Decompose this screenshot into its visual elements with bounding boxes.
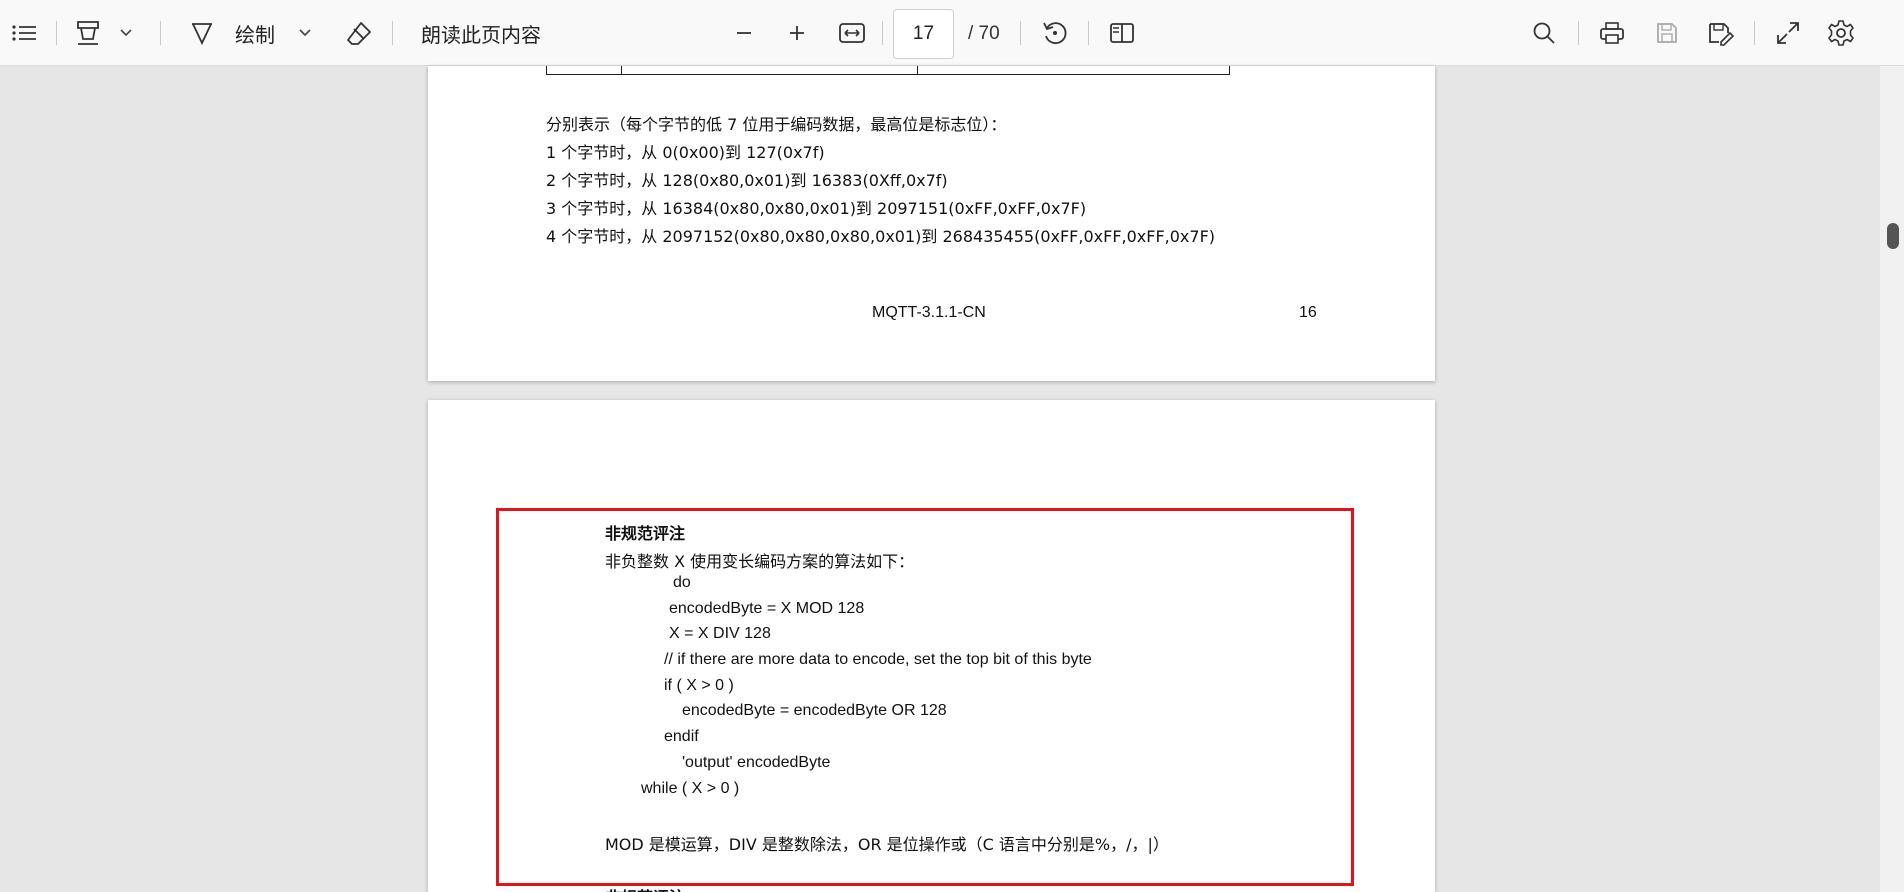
- rotate-icon[interactable]: [1037, 0, 1073, 66]
- toolbar-divider: [392, 21, 393, 45]
- pdf-page-16: 分别表示（每个字节的低 7 位用于编码数据，最高位是标志位）： 1 个字节时，从…: [428, 66, 1435, 381]
- scrollbar-thumb[interactable]: [1887, 223, 1899, 249]
- zoom-in-icon[interactable]: [783, 0, 811, 66]
- toolbar-divider: [1020, 21, 1021, 45]
- page-footer-title: MQTT-3.1.1-CN: [872, 304, 986, 321]
- list-item: 4 个字节时，从 2097152(0x80,0x80,0x80,0x01)到 2…: [546, 227, 1216, 246]
- toolbar-divider: [1088, 21, 1089, 45]
- toolbar-divider: [1578, 21, 1579, 45]
- zoom-out-icon[interactable]: [730, 0, 758, 66]
- paragraph-text: 分别表示（每个字节的低 7 位用于编码数据，最高位是标志位）：: [546, 115, 1007, 134]
- toolbar-divider: [1754, 21, 1755, 45]
- toolbar-divider: [160, 21, 161, 45]
- table-of-contents-icon[interactable]: [6, 0, 42, 66]
- page-footer-number: 16: [1299, 304, 1317, 321]
- draw-icon[interactable]: [185, 0, 219, 66]
- page-number-input[interactable]: 17: [893, 9, 954, 59]
- draw-label[interactable]: 绘制: [230, 0, 280, 66]
- save-as-icon[interactable]: [1703, 0, 1737, 66]
- table-cell-divider: [621, 66, 622, 75]
- settings-gear-icon[interactable]: [1824, 0, 1858, 66]
- list-item: 3 个字节时，从 16384(0x80,0x80,0x01)到 2097151(…: [546, 199, 1087, 218]
- toolbar-divider: [56, 21, 57, 45]
- red-highlight-box: [496, 508, 1354, 886]
- highlight-icon[interactable]: [72, 0, 104, 66]
- print-icon[interactable]: [1595, 0, 1629, 66]
- fullscreen-icon[interactable]: [1771, 0, 1805, 66]
- vertical-scrollbar[interactable]: [1880, 66, 1904, 892]
- search-icon[interactable]: [1527, 0, 1561, 66]
- chevron-down-icon[interactable]: [114, 0, 138, 66]
- page-view-icon[interactable]: [1104, 0, 1140, 66]
- fit-to-width-icon[interactable]: [835, 0, 869, 66]
- page-total: / 70: [968, 23, 1000, 44]
- list-item: 2 个字节时，从 128(0x80,0x01)到 16383(0Xff,0x7f…: [546, 171, 948, 190]
- pdf-toolbar: 绘制 朗读此页内容 17 / 70: [0, 0, 1904, 66]
- save-icon: [1650, 0, 1684, 66]
- table-bottom-edge: [546, 66, 1230, 75]
- eraser-icon[interactable]: [342, 0, 376, 66]
- table-cell-divider: [917, 66, 918, 75]
- chevron-down-icon[interactable]: [293, 0, 317, 66]
- toolbar-divider: [882, 21, 883, 45]
- list-item: 1 个字节时，从 0(0x00)到 127(0x7f): [546, 143, 825, 162]
- read-aloud-button[interactable]: 朗读此页内容: [416, 0, 546, 66]
